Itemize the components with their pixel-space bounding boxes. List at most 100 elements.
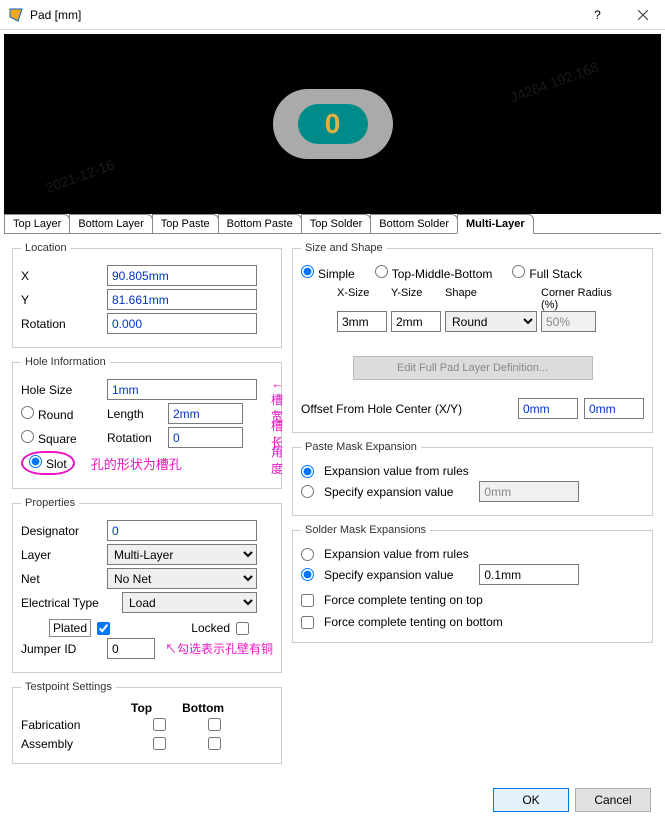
x-label: X [21, 269, 101, 283]
tab-bottom-solder[interactable]: Bottom Solder [370, 214, 458, 233]
simple-radio[interactable] [301, 265, 314, 278]
net-select[interactable]: No Net [107, 568, 257, 589]
tab-bottom-paste[interactable]: Bottom Paste [218, 214, 302, 233]
hole-length-input[interactable] [168, 403, 243, 424]
tmb-option[interactable]: Top-Middle-Bottom [375, 265, 493, 281]
ysize-input[interactable] [391, 311, 441, 332]
fullstack-option[interactable]: Full Stack [512, 265, 582, 281]
ok-button[interactable]: OK [493, 788, 569, 812]
corner-header: Corner Radius (%) [541, 287, 621, 311]
paste-specify-radio[interactable] [301, 485, 314, 498]
tp-fabrication-label: Fabrication [21, 718, 131, 732]
tent-bottom-checkbox[interactable] [301, 616, 314, 629]
solder-specify-radio[interactable] [301, 568, 314, 581]
hole-size-label: Hole Size [21, 383, 101, 397]
tent-top-label: Force complete tenting on top [324, 593, 483, 607]
close-button[interactable] [620, 0, 665, 30]
hole-slot-radio[interactable] [29, 455, 42, 468]
plated-label: Plated [49, 619, 91, 637]
paste-rules-radio[interactable] [301, 465, 314, 478]
locked-label: Locked [150, 621, 230, 635]
tp-assembly-label: Assembly [21, 737, 131, 751]
jumper-input[interactable] [107, 638, 155, 659]
watermark: 2021-12-16 [43, 156, 116, 196]
fullstack-radio[interactable] [512, 265, 525, 278]
tp-asm-top[interactable] [153, 737, 166, 750]
etype-select[interactable]: Load [122, 592, 257, 613]
tp-top-header: Top [131, 701, 152, 715]
hole-square-label: Square [38, 432, 77, 446]
close-icon [638, 10, 648, 20]
hole-round-label: Round [38, 408, 73, 422]
locked-checkbox[interactable] [236, 622, 249, 635]
tmb-radio[interactable] [375, 265, 388, 278]
location-group: Location X Y Rotation [12, 242, 282, 348]
testpoint-group: Testpoint Settings TopBottom Fabrication… [12, 681, 282, 764]
hole-square-radio[interactable] [21, 430, 34, 443]
tp-fab-top[interactable] [153, 718, 166, 731]
paste-value-input [479, 481, 579, 502]
tab-top-solder[interactable]: Top Solder [301, 214, 372, 233]
hole-rotation-label: Rotation [107, 431, 162, 445]
etype-label: Electrical Type [21, 596, 116, 610]
solder-mask-group: Solder Mask Expansions Expansion value f… [292, 524, 653, 643]
ysize-header: Y-Size [391, 287, 441, 311]
cancel-button[interactable]: Cancel [575, 788, 651, 812]
paste-specify-label: Specify expansion value [324, 485, 453, 499]
solder-rules-label: Expansion value from rules [324, 547, 469, 561]
y-label: Y [21, 293, 101, 307]
tp-asm-bottom[interactable] [208, 737, 221, 750]
hole-length-label: Length [107, 407, 162, 421]
hole-size-input[interactable] [107, 379, 257, 400]
designator-input[interactable] [107, 520, 257, 541]
edit-layer-def-button: Edit Full Pad Layer Definition... [353, 356, 593, 380]
offset-y-input[interactable] [584, 398, 644, 419]
solder-value-input[interactable] [479, 564, 579, 585]
tp-fab-bottom[interactable] [208, 718, 221, 731]
hole-round-radio[interactable] [21, 406, 34, 419]
tab-top-layer[interactable]: Top Layer [4, 214, 70, 233]
size-shape-legend: Size and Shape [301, 242, 387, 254]
layer-select[interactable]: Multi-Layer [107, 544, 257, 565]
solder-specify-label: Specify expansion value [324, 568, 453, 582]
hole-rotation-input[interactable] [168, 427, 243, 448]
shape-header: Shape [445, 287, 537, 311]
jumper-label: Jumper ID [21, 642, 101, 656]
tab-bottom-layer[interactable]: Bottom Layer [69, 214, 152, 233]
paste-rules-label: Expansion value from rules [324, 464, 469, 478]
tab-multi-layer[interactable]: Multi-Layer [457, 214, 534, 234]
properties-legend: Properties [21, 497, 79, 509]
rotation-label: Rotation [21, 317, 101, 331]
tent-top-checkbox[interactable] [301, 594, 314, 607]
anno-slot-shape: 孔的形状为槽孔 [91, 454, 182, 473]
y-input[interactable] [107, 289, 257, 310]
rotation-input[interactable] [107, 313, 257, 334]
plated-checkbox[interactable] [97, 622, 110, 635]
pad-preview: 2021-12-16 J4264 192.168 0 [4, 34, 661, 214]
hole-legend: Hole Information [21, 356, 110, 368]
watermark: J4264 192.168 [508, 59, 601, 106]
simple-option[interactable]: Simple [301, 265, 355, 281]
size-shape-group: Size and Shape Simple Top-Middle-Bottom … [292, 242, 653, 433]
offset-x-input[interactable] [518, 398, 578, 419]
pad-designator-display: 0 [298, 104, 368, 144]
app-icon [8, 7, 24, 23]
xsize-input[interactable] [337, 311, 387, 332]
tab-top-paste[interactable]: Top Paste [152, 214, 219, 233]
tent-bottom-label: Force complete tenting on bottom [324, 615, 503, 629]
net-label: Net [21, 572, 101, 586]
designator-label: Designator [21, 524, 101, 538]
anno-angle: ← 角度 [271, 428, 284, 477]
layer-label: Layer [21, 548, 101, 562]
solder-rules-radio[interactable] [301, 548, 314, 561]
paste-legend: Paste Mask Expansion [301, 441, 421, 453]
tp-bottom-header: Bottom [182, 701, 224, 715]
x-input[interactable] [107, 265, 257, 286]
corner-input [541, 311, 596, 332]
hole-slot-label: Slot [46, 457, 67, 471]
solder-legend: Solder Mask Expansions [301, 524, 430, 536]
anno-plated: ↖勾选表示孔壁有铜 [165, 640, 273, 657]
help-button[interactable]: ? [575, 0, 620, 30]
shape-select[interactable]: Round [445, 311, 537, 332]
hole-group: Hole Information Hole Size Round Length … [12, 356, 282, 489]
